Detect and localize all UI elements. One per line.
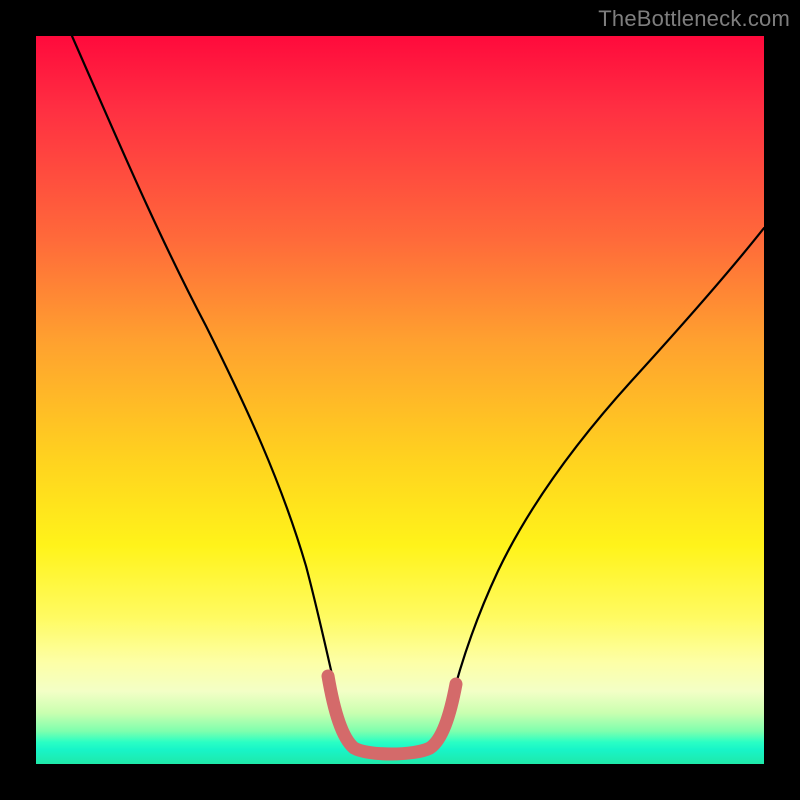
curve-line <box>72 36 764 755</box>
chart-frame: TheBottleneck.com <box>0 0 800 800</box>
chart-plot-area <box>36 36 764 764</box>
curve-highlight <box>328 676 456 754</box>
watermark-text: TheBottleneck.com <box>598 6 790 32</box>
chart-svg <box>36 36 764 764</box>
